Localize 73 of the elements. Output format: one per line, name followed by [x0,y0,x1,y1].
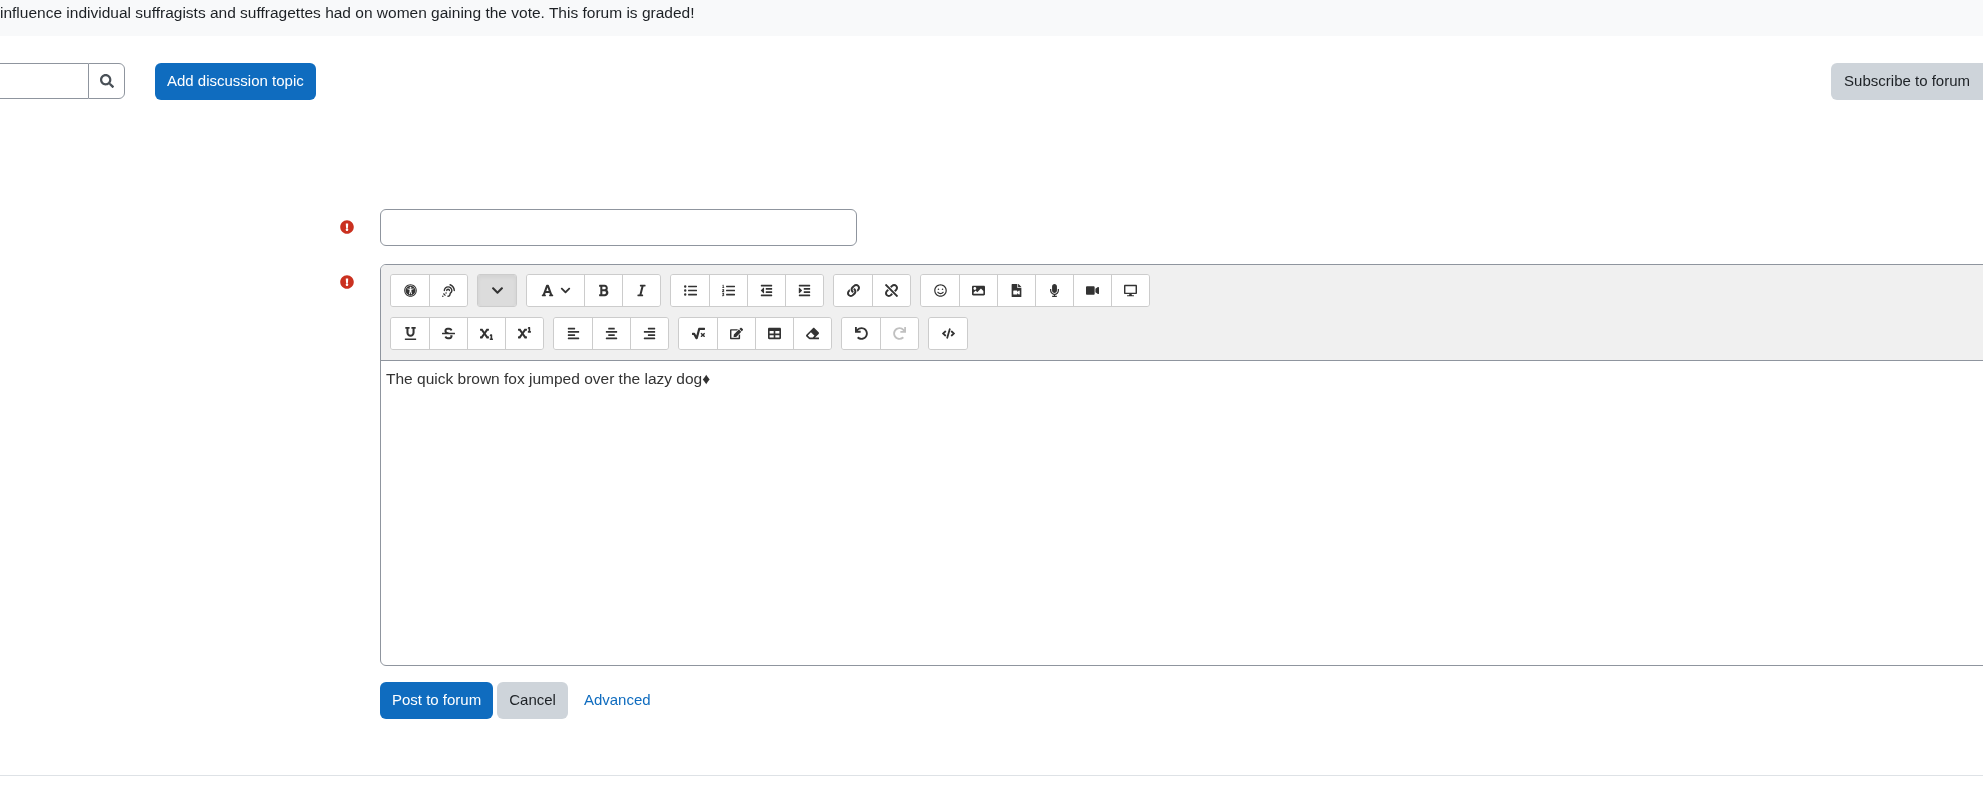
redo-icon [893,327,906,340]
devices-icon [1124,284,1137,297]
toolbar-button[interactable] [1111,275,1149,306]
align-right-icon [643,327,656,340]
subject-field[interactable] [380,209,857,246]
eraser-icon [806,327,819,340]
toolbar-button[interactable] [391,275,429,306]
align-left-icon [566,327,580,340]
accessibility-icon [403,284,417,297]
chevron-down-icon [559,285,571,296]
strikethrough-icon [442,327,455,340]
undo-icon [854,327,868,340]
toolbar-button[interactable] [997,275,1035,306]
unlink-icon [885,284,898,297]
smiley-icon [933,284,947,297]
toolbar-button[interactable] [1035,275,1073,306]
toolbar-button[interactable] [554,318,592,349]
add-discussion-button[interactable]: Add discussion topic [155,62,316,100]
toolbar-button[interactable] [630,318,668,349]
underline-icon [403,327,417,340]
media-file-icon [1010,284,1023,297]
numbered-list-icon [722,284,735,297]
link-icon [846,284,860,297]
toolbar-button[interactable] [429,275,467,306]
indent-icon [798,284,811,297]
toolbar-button[interactable] [709,275,747,306]
editor-content: The quick brown fox jumped over the lazy dog♦ [386,369,712,389]
toolbar-button[interactable] [429,318,467,349]
code-icon [941,327,955,340]
toolbar-button[interactable] [671,275,709,306]
align-center-icon [605,327,618,340]
toolbar-button[interactable] [842,318,880,349]
chevron-down-icon [490,284,504,297]
font-icon [540,284,554,297]
toolbar-button[interactable] [793,318,831,349]
toolbar-button[interactable] [747,275,785,306]
microphone-icon [1048,284,1061,297]
image-icon [972,284,985,297]
subscript-icon [480,327,493,340]
toolbar-button[interactable] [785,275,823,306]
bulleted-list-icon [683,284,697,297]
table-icon [768,327,781,340]
toolbar-button[interactable] [872,275,910,306]
subscribe-button[interactable]: Subscribe to forum [1831,62,1983,100]
toolbar-button[interactable] [717,318,755,349]
toolbar-button[interactable] [622,275,660,306]
superscript-icon [518,327,531,340]
advanced-link[interactable]: Advanced [571,682,663,719]
outdent-icon [760,284,773,297]
toolbar-button[interactable] [959,275,997,306]
forum-description: influence individual suffragists and suffragettes had on women gaining the vote. This forum is graded! [0,3,696,23]
toolbar-button[interactable] [921,275,959,306]
italic-icon [635,284,648,297]
cancel-button[interactable]: Cancel [497,682,568,719]
search-button[interactable] [88,63,125,99]
toolbar-button[interactable] [834,275,872,306]
video-camera-icon [1086,284,1099,297]
toolbar-button[interactable] [505,318,543,349]
search-icon [99,74,114,88]
toolbar-button[interactable] [467,318,505,349]
toolbar-button[interactable] [527,275,584,306]
toolbar-button[interactable] [391,318,429,349]
bold-icon [597,284,610,297]
toolbar-button[interactable] [755,318,793,349]
post-button[interactable]: Post to forum [380,682,494,719]
toolbar-button[interactable] [929,318,967,349]
search-field[interactable] [0,63,88,99]
toolbar-button[interactable] [592,318,630,349]
toolbar-button[interactable] [679,318,717,349]
toolbar-button[interactable] [1073,275,1111,306]
square-root-icon [691,327,705,340]
ear-icon [442,284,455,297]
toolbar-button[interactable] [584,275,622,306]
